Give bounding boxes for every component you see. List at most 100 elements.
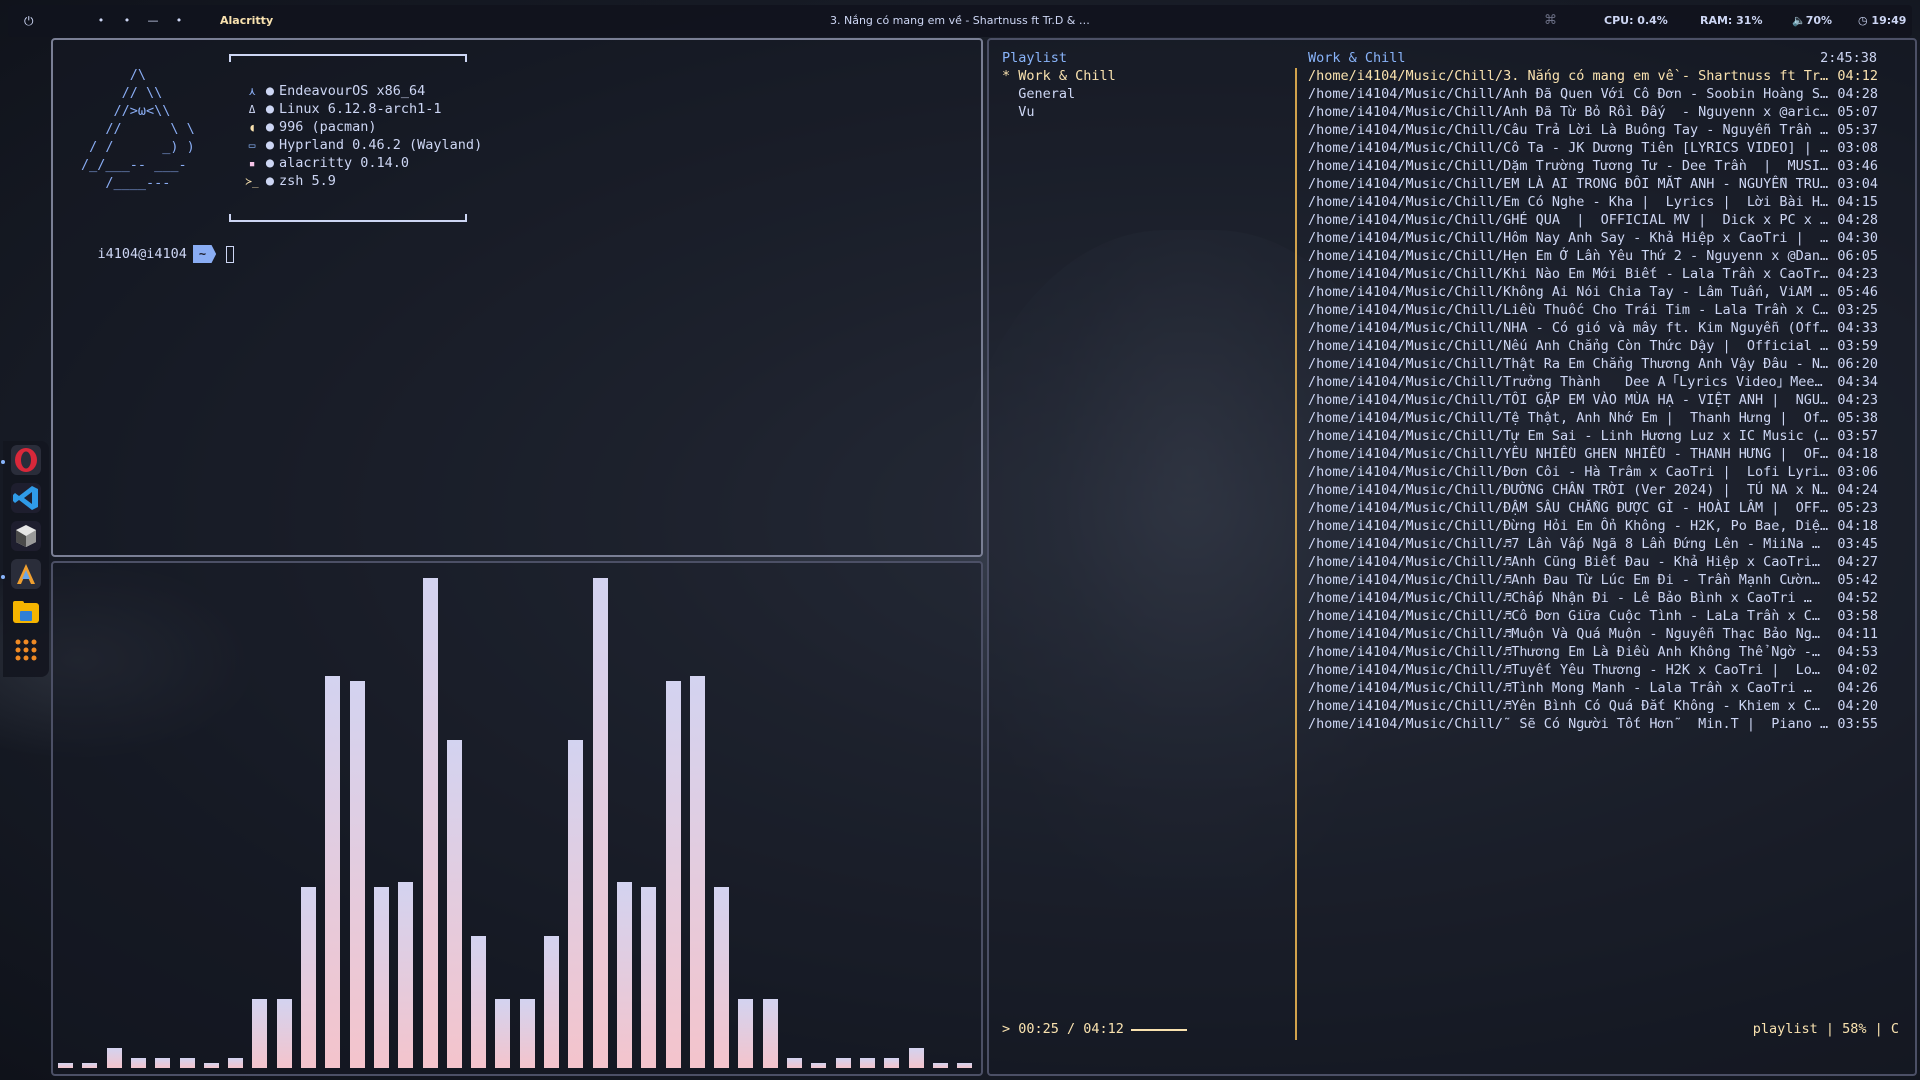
system-info-list: ⋏ ● EndeavourOS x86_64 Δ ● Linux 6.12.8-arch1… <box>243 82 482 190</box>
track-row[interactable]: /home/i4104/Music/Chill/♬Tuyết Yêu Thươn… <box>1308 661 1878 679</box>
progress-bar[interactable] <box>1131 1029 1187 1031</box>
box-corner <box>465 214 467 222</box>
playlist-list: * Work & Chill General Vu <box>1002 67 1116 121</box>
track-path: /home/i4104/Music/Chill/Tệ Thật, Anh Nhớ… <box>1308 410 1829 426</box>
terminal-window[interactable]: /\ // \\ //>ω<\\ // \ \ / / _) ) /_/___--… <box>51 38 983 557</box>
workspace-4[interactable]: • <box>166 5 192 37</box>
workspace-2[interactable]: • <box>114 5 140 37</box>
visualizer-bar <box>82 1063 97 1068</box>
track-row[interactable]: /home/i4104/Music/Chill/Tệ Thật, Anh Nhớ… <box>1308 409 1878 427</box>
track-duration: 05:07 <box>1837 104 1878 120</box>
visualizer-bar <box>811 1063 826 1068</box>
track-path: /home/i4104/Music/Chill/Đừng Hỏi Em Ổn K… <box>1308 518 1829 534</box>
running-indicator <box>1 460 5 464</box>
track-row[interactable]: /home/i4104/Music/Chill/♬Chấp Nhận Đi - … <box>1308 589 1878 607</box>
track-row[interactable]: /home/i4104/Music/Chill/Hẹn Em Ở Lần Yêu… <box>1308 247 1878 265</box>
workspace-switcher[interactable]: • • — • <box>88 5 192 37</box>
visualizer-bar <box>107 1048 122 1068</box>
track-row[interactable]: /home/i4104/Music/Chill/♬Anh Đau Từ Lúc … <box>1308 571 1878 589</box>
workspace-3-active[interactable]: — <box>140 5 166 37</box>
track-path: /home/i4104/Music/Chill/♬7 Lần Vấp Ngã 8… <box>1308 536 1821 552</box>
track-duration: 04:26 <box>1837 680 1878 696</box>
logo-line: //>ω<\\ <box>81 103 171 119</box>
track-row[interactable]: /home/i4104/Music/Chill/Em Có Nghe - Kha… <box>1308 193 1878 211</box>
visualizer-bar <box>763 999 778 1068</box>
audio-visualizer-window[interactable] <box>51 561 983 1076</box>
track-row[interactable]: /home/i4104/Music/Chill/Trưởng Thành Dee… <box>1308 373 1878 391</box>
visualizer-bar <box>617 882 632 1068</box>
track-duration: 05:46 <box>1837 284 1878 300</box>
track-row[interactable]: /home/i4104/Music/Chill/Khi Nào Em Mới B… <box>1308 265 1878 283</box>
opera-icon[interactable] <box>11 445 41 475</box>
track-row[interactable]: /home/i4104/Music/Chill/Liều Thuốc Cho T… <box>1308 301 1878 319</box>
visualizer-bar <box>933 1063 948 1068</box>
track-duration: 05:42 <box>1837 572 1878 588</box>
track-row[interactable]: /home/i4104/Music/Chill/YÊU NHIỀU GHEN N… <box>1308 445 1878 463</box>
logo-line: /\ <box>81 67 147 83</box>
track-row[interactable]: /home/i4104/Music/Chill/♬7 Lần Vấp Ngã 8… <box>1308 535 1878 553</box>
total-duration: 2:45:38 <box>1820 50 1877 66</box>
track-path: /home/i4104/Music/Chill/Không Ai Nói Chi… <box>1308 284 1829 300</box>
arch-terminal-icon[interactable] <box>11 559 41 589</box>
track-row[interactable]: /home/i4104/Music/Chill/Không Ai Nói Chi… <box>1308 283 1878 301</box>
prompt-directory: ~ <box>192 245 217 263</box>
visualizer-bar <box>277 999 292 1068</box>
track-row[interactable]: /home/i4104/Music/Chill/Cô Ta - JK Dương… <box>1308 139 1878 157</box>
track-row[interactable]: /home/i4104/Music/Chill/♬Tình Mong Manh … <box>1308 679 1878 697</box>
track-row[interactable]: /home/i4104/Music/Chill/Anh Đã Từ Bỏ Rồi… <box>1308 103 1878 121</box>
playlist-item[interactable]: * Work & Chill <box>1002 67 1116 85</box>
track-row[interactable]: /home/i4104/Music/Chill/ĐẬM SÂU CHẲNG ĐƯ… <box>1308 499 1878 517</box>
track-row[interactable]: /home/i4104/Music/Chill/Hôm Nay Anh Say … <box>1308 229 1878 247</box>
track-row[interactable]: /home/i4104/Music/Chill/♬Yên Bình Có Quá… <box>1308 697 1878 715</box>
track-row[interactable]: /home/i4104/Music/Chill/Đơn Côi - Hà Trâ… <box>1308 463 1878 481</box>
track-row[interactable]: /home/i4104/Music/Chill/Thật Ra Em Chẳng… <box>1308 355 1878 373</box>
track-path: /home/i4104/Music/Chill/ĐẬM SÂU CHẲNG ĐƯ… <box>1308 500 1829 516</box>
track-row[interactable]: /home/i4104/Music/Chill/NHA - Có gió và … <box>1308 319 1878 337</box>
track-row[interactable]: /home/i4104/Music/Chill/TÔI GẶP EM VÀO M… <box>1308 391 1878 409</box>
track-row[interactable]: /home/i4104/Music/Chill/♬Muộn Và Quá Muộ… <box>1308 625 1878 643</box>
system-info-text: EndeavourOS x86_64 <box>279 83 426 99</box>
track-row[interactable]: /home/i4104/Music/Chill/♬Cô Đơn Giữa Cuộ… <box>1308 607 1878 625</box>
track-path: /home/i4104/Music/Chill/Tự Em Sai - Linh… <box>1308 428 1829 444</box>
track-row[interactable]: /home/i4104/Music/Chill/Câu Trả Lời Là B… <box>1308 121 1878 139</box>
track-row[interactable]: /home/i4104/Music/Chill/3. Nắng có mang … <box>1308 67 1878 85</box>
playback-time: > 00:25 / 04:12 <box>1002 1021 1124 1037</box>
workspace-1[interactable]: • <box>88 5 114 37</box>
track-path: /home/i4104/Music/Chill/3. Nắng có mang … <box>1308 68 1829 84</box>
track-duration: 05:23 <box>1837 500 1878 516</box>
track-row[interactable]: /home/i4104/Music/Chill/♬Thương Em Là Đi… <box>1308 643 1878 661</box>
shell-prompt[interactable]: i4104@i4104 ~ <box>65 227 235 281</box>
app-cube-icon[interactable] <box>11 521 41 551</box>
system-info-row: ≻_ ● zsh 5.9 <box>243 172 482 190</box>
playlist-item[interactable]: General <box>1002 85 1116 103</box>
track-duration: 03:04 <box>1837 176 1878 192</box>
files-icon[interactable] <box>11 597 41 627</box>
vscode-icon[interactable] <box>11 483 41 513</box>
track-row[interactable]: /home/i4104/Music/Chill/Nếu Anh Chẳng Cò… <box>1308 337 1878 355</box>
volume-indicator[interactable]: 🔈70% <box>1792 5 1832 37</box>
track-path: /home/i4104/Music/Chill/Trưởng Thành Dee… <box>1308 374 1823 390</box>
track-row[interactable]: /home/i4104/Music/Chill/ĐƯỜNG CHÂN TRỜI … <box>1308 481 1878 499</box>
track-path: /home/i4104/Music/Chill/♬Tình Mong Manh … <box>1308 680 1812 696</box>
track-duration: 06:05 <box>1837 248 1878 264</box>
visualizer-bar <box>568 740 583 1068</box>
track-row[interactable]: /home/i4104/Music/Chill/♬Anh Cũng Biết Đ… <box>1308 553 1878 571</box>
track-row[interactable]: /home/i4104/Music/Chill/Đừng Hỏi Em Ổn K… <box>1308 517 1878 535</box>
visualizer-bar <box>447 740 462 1068</box>
track-row[interactable]: /home/i4104/Music/Chill/Dặm Trường Tương… <box>1308 157 1878 175</box>
visualizer-bar <box>301 887 316 1068</box>
bullet-icon: ● <box>265 155 275 171</box>
music-player-window[interactable]: Playlist * Work & Chill General Vu Work … <box>987 38 1917 1076</box>
app-grid-icon[interactable] <box>11 635 41 665</box>
distro-ascii-logo: /\ // \\ //>ω<\\ // \ \ / / _) ) /_/___--… <box>81 66 195 192</box>
track-row[interactable]: /home/i4104/Music/Chill/˜ Sẽ Có Người Tố… <box>1308 715 1878 733</box>
track-row[interactable]: /home/i4104/Music/Chill/Tự Em Sai - Linh… <box>1308 427 1878 445</box>
track-row[interactable]: /home/i4104/Music/Chill/GHÉ QUA | OFFICI… <box>1308 211 1878 229</box>
power-icon[interactable]: ⏻ <box>24 5 34 37</box>
track-path: /home/i4104/Music/Chill/♬Thương Em Là Đi… <box>1308 644 1821 660</box>
track-duration: 04:23 <box>1837 266 1878 282</box>
playlist-item[interactable]: Vu <box>1002 103 1116 121</box>
track-row[interactable]: /home/i4104/Music/Chill/EM LÀ AI TRONG Đ… <box>1308 175 1878 193</box>
tray-icon[interactable]: ⌘ <box>1544 5 1557 37</box>
track-row[interactable]: /home/i4104/Music/Chill/Anh Đã Quen Với … <box>1308 85 1878 103</box>
